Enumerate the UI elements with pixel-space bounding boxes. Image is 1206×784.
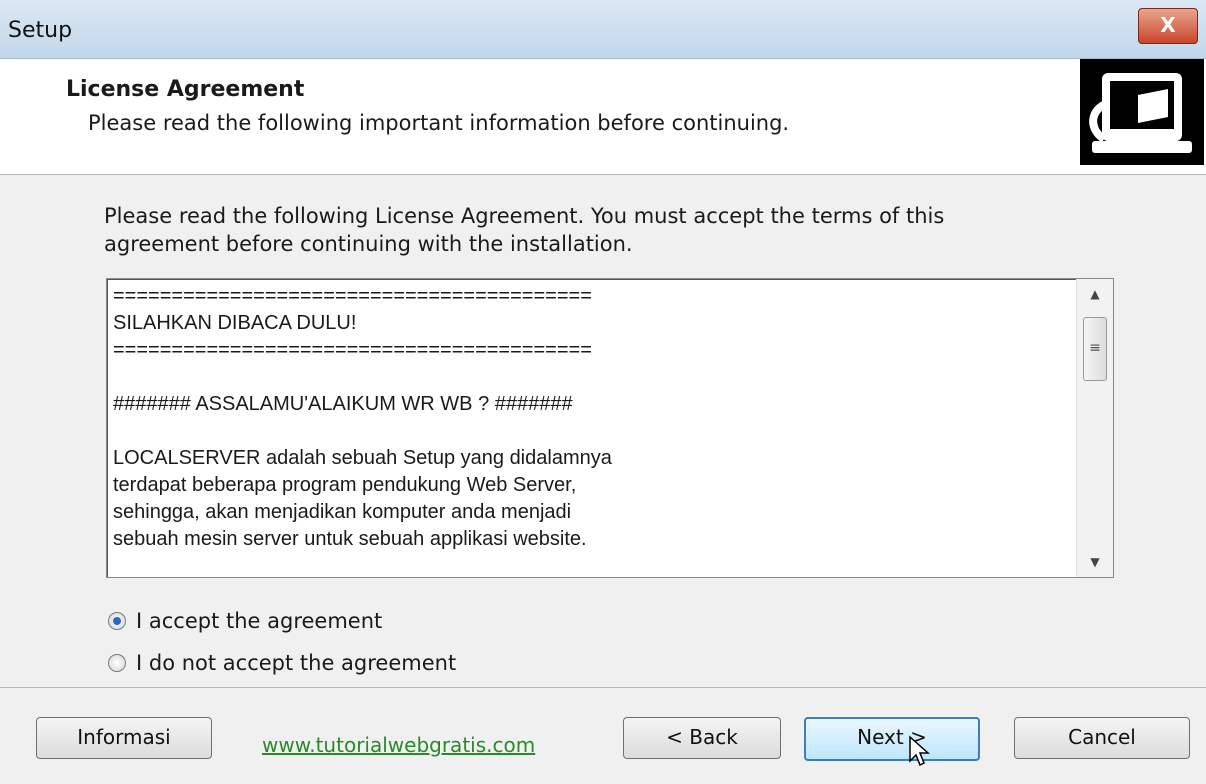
page-title: License Agreement <box>66 77 305 102</box>
intro-text: Please read the following License Agreem… <box>104 204 945 256</box>
scroll-down-icon[interactable]: ▼ <box>1077 547 1113 577</box>
main-panel: Please read the following License Agreem… <box>0 175 1206 688</box>
radio-decline-label: I do not accept the agreement <box>136 651 457 675</box>
decline-option[interactable]: I do not accept the agreement <box>108 651 456 675</box>
radio-accept-label: I accept the agreement <box>136 609 383 633</box>
scroll-thumb[interactable]: ≡ <box>1083 317 1107 381</box>
cancel-button[interactable]: Cancel <box>1014 717 1190 759</box>
radio-decline[interactable] <box>108 654 126 672</box>
header-panel: License Agreement Please read the follow… <box>0 59 1206 175</box>
info-button[interactable]: Informasi <box>36 717 212 759</box>
scroll-up-icon[interactable]: ▲ <box>1077 279 1113 309</box>
scrollbar[interactable]: ▲ ≡ ▼ <box>1076 279 1113 577</box>
close-button[interactable]: X <box>1138 8 1198 44</box>
mouse-cursor-icon <box>908 735 930 771</box>
computer-setup-icon <box>1080 59 1204 165</box>
title-bar: Setup X <box>0 0 1206 59</box>
page-subtitle: Please read the following important info… <box>88 111 790 135</box>
next-button[interactable]: Next > <box>804 717 980 761</box>
radio-accept[interactable] <box>108 612 126 630</box>
accept-option[interactable]: I accept the agreement <box>108 609 382 633</box>
website-link[interactable]: www.tutorialwebgratis.com <box>262 733 535 757</box>
license-text-box[interactable]: ========================================… <box>106 278 1114 578</box>
footer-bar: Informasi www.tutorialwebgratis.com < Ba… <box>0 688 1206 784</box>
window-title: Setup <box>8 18 73 43</box>
back-button[interactable]: < Back <box>623 717 781 759</box>
license-text: ========================================… <box>113 285 612 550</box>
close-icon: X <box>1160 13 1176 37</box>
